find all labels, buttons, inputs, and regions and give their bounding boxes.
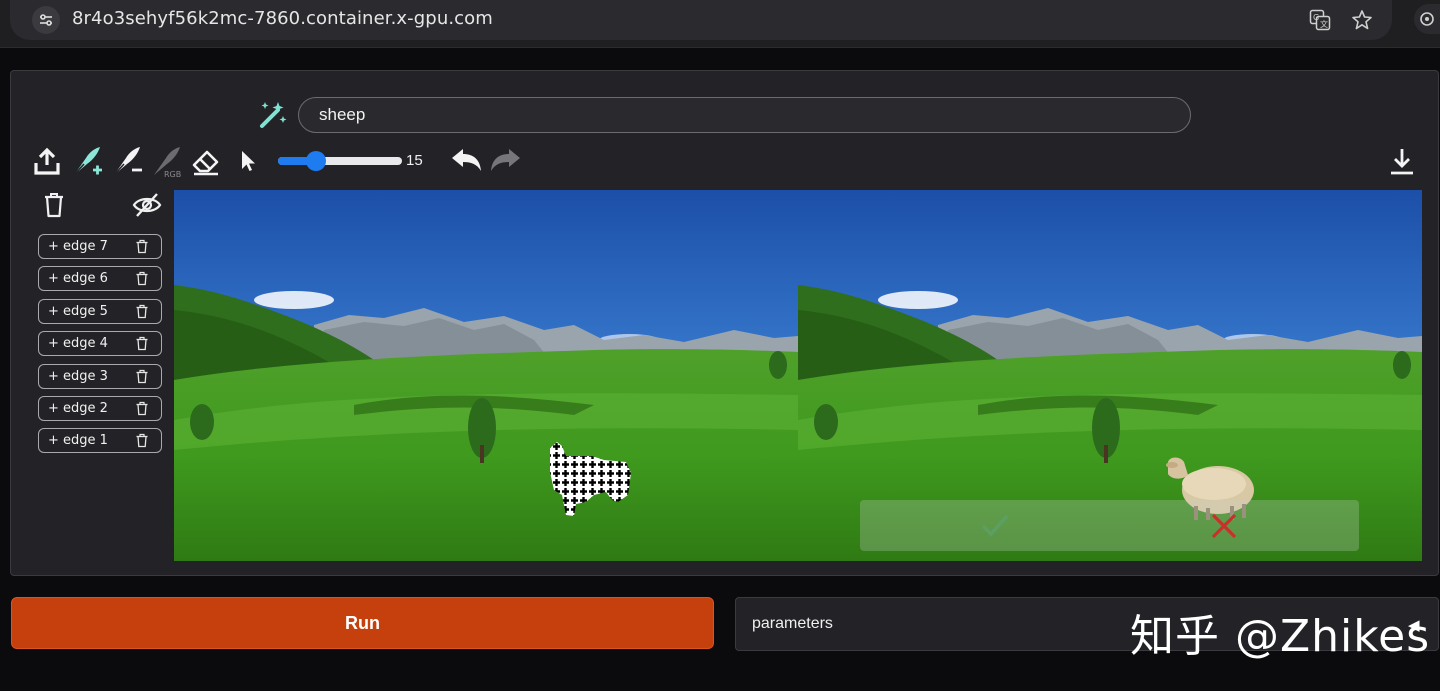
undo-icon[interactable] bbox=[449, 144, 483, 178]
svg-text:文: 文 bbox=[1320, 19, 1328, 29]
layer-button-edge-7[interactable]: + edge 7 bbox=[38, 234, 162, 259]
layer-label: + edge 2 bbox=[48, 401, 108, 416]
layer-button-edge-1[interactable]: + edge 1 bbox=[38, 428, 162, 453]
url-text[interactable]: 8r4o3sehyf56k2mc-7860.container.x-gpu.co… bbox=[72, 8, 493, 29]
browser-toolbar: 8r4o3sehyf56k2mc-7860.container.x-gpu.co… bbox=[0, 0, 1440, 48]
svg-text:RGB: RGB bbox=[164, 170, 181, 178]
upload-icon[interactable] bbox=[30, 144, 64, 178]
prompt-input[interactable]: sheep bbox=[298, 97, 1191, 133]
translate-icon[interactable]: G文 bbox=[1306, 6, 1334, 34]
accept-check-icon[interactable] bbox=[980, 512, 1010, 538]
layer-delete-icon[interactable] bbox=[135, 304, 149, 319]
layer-delete-icon[interactable] bbox=[135, 271, 149, 286]
reject-cross-icon[interactable] bbox=[1210, 512, 1238, 540]
brush-rgb-icon[interactable]: RGB bbox=[150, 144, 184, 178]
layer-button-edge-4[interactable]: + edge 4 bbox=[38, 331, 162, 356]
layer-delete-icon[interactable] bbox=[135, 401, 149, 416]
brush-add-icon[interactable] bbox=[70, 144, 104, 178]
svg-text:G: G bbox=[1313, 13, 1319, 22]
download-icon[interactable] bbox=[1385, 144, 1419, 178]
layer-delete-icon[interactable] bbox=[135, 433, 149, 448]
hide-layers-eye-off-icon[interactable] bbox=[132, 190, 162, 220]
accept-reject-bar bbox=[860, 500, 1359, 551]
layer-label: + edge 1 bbox=[48, 433, 108, 448]
layer-label: + edge 3 bbox=[48, 369, 108, 384]
redo-icon[interactable] bbox=[489, 144, 523, 178]
layer-button-edge-2[interactable]: + edge 2 bbox=[38, 396, 162, 421]
run-button[interactable]: Run bbox=[11, 597, 714, 649]
pointer-icon[interactable] bbox=[231, 144, 265, 178]
layer-button-edge-6[interactable]: + edge 6 bbox=[38, 266, 162, 291]
layer-label: + edge 5 bbox=[48, 304, 108, 319]
watermark-text: 知乎 @Zhikes bbox=[1130, 611, 1431, 662]
brush-size-value: 15 bbox=[406, 152, 423, 169]
delete-all-layers-icon[interactable] bbox=[39, 190, 69, 220]
site-info-icon[interactable] bbox=[32, 6, 60, 34]
layer-button-edge-5[interactable]: + edge 5 bbox=[38, 299, 162, 324]
brush-subtract-icon[interactable] bbox=[110, 144, 144, 178]
magic-wand-icon[interactable] bbox=[256, 99, 288, 131]
layer-delete-icon[interactable] bbox=[135, 239, 149, 254]
layer-button-edge-3[interactable]: + edge 3 bbox=[38, 364, 162, 389]
layer-label: + edge 6 bbox=[48, 271, 108, 286]
extensions-icon[interactable] bbox=[1414, 4, 1440, 34]
layer-label: + edge 4 bbox=[48, 336, 108, 351]
brush-size-slider-thumb[interactable] bbox=[306, 151, 326, 171]
collapse-arrow-icon[interactable]: ◀ bbox=[1408, 616, 1420, 634]
parameters-label: parameters bbox=[752, 615, 833, 632]
layer-delete-icon[interactable] bbox=[135, 336, 149, 351]
layer-delete-icon[interactable] bbox=[135, 369, 149, 384]
input-canvas[interactable] bbox=[174, 190, 798, 561]
layer-label: + edge 7 bbox=[48, 239, 108, 254]
bookmark-star-icon[interactable] bbox=[1348, 6, 1376, 34]
eraser-icon[interactable] bbox=[189, 144, 223, 178]
address-bar[interactable]: 8r4o3sehyf56k2mc-7860.container.x-gpu.co… bbox=[10, 0, 1392, 40]
